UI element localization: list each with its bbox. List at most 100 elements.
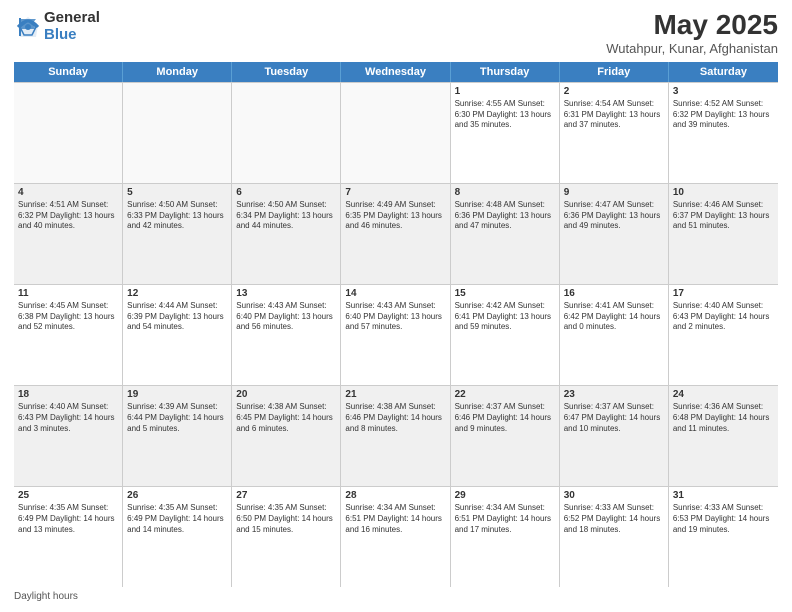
- day-number: 7: [345, 187, 445, 198]
- page: General Blue May 2025 Wutahpur, Kunar, A…: [0, 0, 792, 612]
- day-number: 31: [673, 490, 774, 501]
- day-number: 1: [455, 86, 555, 97]
- cell-daylight-text: Sunrise: 4:43 AM Sunset: 6:40 PM Dayligh…: [236, 301, 336, 333]
- day-number: 24: [673, 389, 774, 400]
- cal-cell: 1 Sunrise: 4:55 AM Sunset: 6:30 PM Daylig…: [451, 83, 560, 183]
- day-number: 29: [455, 490, 555, 501]
- cal-cell: 8Sunrise: 4:48 AM Sunset: 6:36 PM Daylig…: [451, 184, 560, 284]
- cell-daylight-text: Sunrise: 4:38 AM Sunset: 6:46 PM Dayligh…: [345, 402, 445, 434]
- day-number: 27: [236, 490, 336, 501]
- main-title: May 2025: [606, 10, 778, 41]
- cal-cell: 13 Sunrise: 4:43 AM Sunset: 6:40 PM Dayli…: [232, 285, 341, 385]
- cal-cell: 21Sunrise: 4:38 AM Sunset: 6:46 PM Dayli…: [341, 386, 450, 486]
- cal-cell: 30 Sunrise: 4:33 AM Sunset: 6:52 PM Dayli…: [560, 487, 669, 587]
- calendar-header: SundayMondayTuesdayWednesdayThursdayFrid…: [14, 62, 778, 82]
- cell-daylight-text: Sunrise: 4:37 AM Sunset: 6:47 PM Dayligh…: [564, 402, 664, 434]
- calendar-week-1: 1 Sunrise: 4:55 AM Sunset: 6:30 PM Daylig…: [14, 83, 778, 184]
- cal-cell: 11Sunrise: 4:45 AM Sunset: 6:38 PM Dayli…: [14, 285, 123, 385]
- day-number: 2: [564, 86, 664, 97]
- cell-daylight-text: Sunrise: 4:47 AM Sunset: 6:36 PM Dayligh…: [564, 200, 664, 232]
- cal-cell: 9 Sunrise: 4:47 AM Sunset: 6:36 PM Daylig…: [560, 184, 669, 284]
- day-number: 17: [673, 288, 774, 299]
- day-number: 15: [455, 288, 555, 299]
- logo-blue-text: Blue: [44, 27, 100, 44]
- cal-header-wednesday: Wednesday: [341, 62, 450, 82]
- cal-cell: 25 Sunrise: 4:35 AM Sunset: 6:49 PM Dayli…: [14, 487, 123, 587]
- cal-header-thursday: Thursday: [451, 62, 560, 82]
- cal-cell: 15 Sunrise: 4:42 AM Sunset: 6:41 PM Dayli…: [451, 285, 560, 385]
- cal-cell: 24 Sunrise: 4:36 AM Sunset: 6:48 PM Dayli…: [669, 386, 778, 486]
- cell-daylight-text: Sunrise: 4:33 AM Sunset: 6:52 PM Dayligh…: [564, 503, 664, 535]
- day-number: 6: [236, 187, 336, 198]
- cal-cell: 29 Sunrise: 4:34 AM Sunset: 6:51 PM Dayli…: [451, 487, 560, 587]
- cell-daylight-text: Sunrise: 4:33 AM Sunset: 6:53 PM Dayligh…: [673, 503, 774, 535]
- cal-cell: 19Sunrise: 4:39 AM Sunset: 6:44 PM Dayli…: [123, 386, 232, 486]
- cal-cell: 2 Sunrise: 4:54 AM Sunset: 6:31 PM Daylig…: [560, 83, 669, 183]
- cell-daylight-text: Sunrise: 4:50 AM Sunset: 6:34 PM Dayligh…: [236, 200, 336, 232]
- cell-daylight-text: Sunrise: 4:54 AM Sunset: 6:31 PM Dayligh…: [564, 99, 664, 131]
- day-number: 22: [455, 389, 555, 400]
- cal-cell: 26 Sunrise: 4:35 AM Sunset: 6:49 PM Dayli…: [123, 487, 232, 587]
- cell-daylight-text: Sunrise: 4:39 AM Sunset: 6:44 PM Dayligh…: [127, 402, 227, 434]
- day-number: 20: [236, 389, 336, 400]
- day-number: 14: [345, 288, 445, 299]
- header: General Blue May 2025 Wutahpur, Kunar, A…: [14, 10, 778, 56]
- calendar-week-4: 18Sunrise: 4:40 AM Sunset: 6:43 PM Dayli…: [14, 386, 778, 487]
- cell-daylight-text: Sunrise: 4:34 AM Sunset: 6:51 PM Dayligh…: [345, 503, 445, 535]
- daylight-label: Daylight hours: [14, 591, 78, 602]
- cal-cell: 12Sunrise: 4:44 AM Sunset: 6:39 PM Dayli…: [123, 285, 232, 385]
- calendar-week-2: 4 Sunrise: 4:51 AM Sunset: 6:32 PM Daylig…: [14, 184, 778, 285]
- cal-header-friday: Friday: [560, 62, 669, 82]
- logo-icon: [14, 13, 42, 41]
- day-number: 16: [564, 288, 664, 299]
- cal-cell: 4 Sunrise: 4:51 AM Sunset: 6:32 PM Daylig…: [14, 184, 123, 284]
- cal-cell: 6 Sunrise: 4:50 AM Sunset: 6:34 PM Daylig…: [232, 184, 341, 284]
- logo-text: General Blue: [44, 10, 100, 43]
- day-number: 13: [236, 288, 336, 299]
- cal-cell: 16Sunrise: 4:41 AM Sunset: 6:42 PM Dayli…: [560, 285, 669, 385]
- cal-cell: 7Sunrise: 4:49 AM Sunset: 6:35 PM Daylig…: [341, 184, 450, 284]
- cell-daylight-text: Sunrise: 4:35 AM Sunset: 6:49 PM Dayligh…: [18, 503, 118, 535]
- day-number: 11: [18, 288, 118, 299]
- cell-daylight-text: Sunrise: 4:50 AM Sunset: 6:33 PM Dayligh…: [127, 200, 227, 232]
- calendar-week-5: 25 Sunrise: 4:35 AM Sunset: 6:49 PM Dayli…: [14, 487, 778, 587]
- cal-cell: [14, 83, 123, 183]
- cell-daylight-text: Sunrise: 4:36 AM Sunset: 6:48 PM Dayligh…: [673, 402, 774, 434]
- cell-daylight-text: Sunrise: 4:46 AM Sunset: 6:37 PM Dayligh…: [673, 200, 774, 232]
- cell-daylight-text: Sunrise: 4:42 AM Sunset: 6:41 PM Dayligh…: [455, 301, 555, 333]
- cal-header-tuesday: Tuesday: [232, 62, 341, 82]
- calendar-week-3: 11Sunrise: 4:45 AM Sunset: 6:38 PM Dayli…: [14, 285, 778, 386]
- cell-daylight-text: Sunrise: 4:34 AM Sunset: 6:51 PM Dayligh…: [455, 503, 555, 535]
- cell-daylight-text: Sunrise: 4:37 AM Sunset: 6:46 PM Dayligh…: [455, 402, 555, 434]
- cal-cell: [232, 83, 341, 183]
- cal-cell: 17Sunrise: 4:40 AM Sunset: 6:43 PM Dayli…: [669, 285, 778, 385]
- footer: Daylight hours: [14, 591, 778, 602]
- cal-cell: 20Sunrise: 4:38 AM Sunset: 6:45 PM Dayli…: [232, 386, 341, 486]
- day-number: 9: [564, 187, 664, 198]
- cal-cell: 23Sunrise: 4:37 AM Sunset: 6:47 PM Dayli…: [560, 386, 669, 486]
- cell-daylight-text: Sunrise: 4:35 AM Sunset: 6:50 PM Dayligh…: [236, 503, 336, 535]
- logo-general-text: General: [44, 10, 100, 27]
- cell-daylight-text: Sunrise: 4:52 AM Sunset: 6:32 PM Dayligh…: [673, 99, 774, 131]
- cell-daylight-text: Sunrise: 4:51 AM Sunset: 6:32 PM Dayligh…: [18, 200, 118, 232]
- cal-cell: 28 Sunrise: 4:34 AM Sunset: 6:51 PM Dayli…: [341, 487, 450, 587]
- cal-cell: 3Sunrise: 4:52 AM Sunset: 6:32 PM Daylig…: [669, 83, 778, 183]
- cell-daylight-text: Sunrise: 4:55 AM Sunset: 6:30 PM Dayligh…: [455, 99, 555, 131]
- day-number: 28: [345, 490, 445, 501]
- cal-header-sunday: Sunday: [14, 62, 123, 82]
- logo: General Blue: [14, 10, 100, 43]
- subtitle: Wutahpur, Kunar, Afghanistan: [606, 41, 778, 56]
- cell-daylight-text: Sunrise: 4:35 AM Sunset: 6:49 PM Dayligh…: [127, 503, 227, 535]
- day-number: 4: [18, 187, 118, 198]
- day-number: 8: [455, 187, 555, 198]
- cal-cell: 10Sunrise: 4:46 AM Sunset: 6:37 PM Dayli…: [669, 184, 778, 284]
- cal-cell: [341, 83, 450, 183]
- day-number: 30: [564, 490, 664, 501]
- day-number: 18: [18, 389, 118, 400]
- cal-cell: 18Sunrise: 4:40 AM Sunset: 6:43 PM Dayli…: [14, 386, 123, 486]
- cal-header-saturday: Saturday: [669, 62, 778, 82]
- day-number: 26: [127, 490, 227, 501]
- cal-cell: 22 Sunrise: 4:37 AM Sunset: 6:46 PM Dayli…: [451, 386, 560, 486]
- calendar: SundayMondayTuesdayWednesdayThursdayFrid…: [14, 62, 778, 587]
- day-number: 25: [18, 490, 118, 501]
